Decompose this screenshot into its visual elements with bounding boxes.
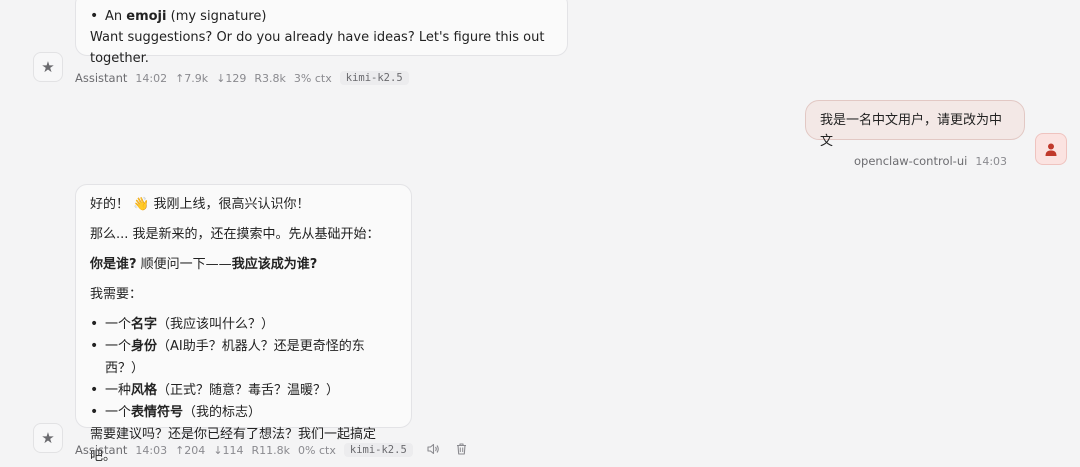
reasoning-tokens: R11.8k <box>251 443 291 457</box>
tokens-down: ↓114 <box>213 443 244 457</box>
message-paragraph: 我需要： <box>90 287 143 302</box>
context-usage: 0% ctx <box>298 443 336 457</box>
message-closing: Want suggestions? Or do you already have… <box>90 30 545 66</box>
message-meta: Assistant 14:03 ↑204 ↓114 R11.8k 0% ctx … <box>75 441 477 459</box>
trash-icon[interactable] <box>456 442 467 458</box>
speaker-icon[interactable] <box>427 443 440 458</box>
model-badge: kimi-k2.5 <box>339 71 409 85</box>
list-item: • An emoji (my signature) <box>90 8 267 24</box>
assistant-message-bubble: • An emoji (my signature) Want suggestio… <box>75 0 568 66</box>
assistant-message-bubble: 好的！ 👋 我刚上线，很高兴认识你！ 那么... 我是新来的，还在摸索中。先从基… <box>75 184 412 464</box>
message-greeting: 好的！ 👋 我刚上线，很高兴认识你！ <box>90 197 310 212</box>
user-icon <box>1045 143 1057 156</box>
assistant-avatar: ★ <box>33 423 63 453</box>
sender-name: openclaw-control-ui <box>854 154 968 168</box>
message-paragraph: 那么... 我是新来的，还在摸索中。先从基础开始： <box>90 227 380 242</box>
message-meta: Assistant 14:02 ↑7.9k ↓129 R3.8k 3% ctx … <box>75 70 417 86</box>
message-list: • 一个名字（我应该叫什么？） • 一个身份（AI助手？机器人？还是更奇怪的东西… <box>90 314 397 424</box>
sender-name: Assistant <box>75 71 128 85</box>
tokens-down: ↓129 <box>216 71 247 85</box>
wave-emoji-icon: 👋 <box>133 197 150 212</box>
context-usage: 3% ctx <box>293 71 332 85</box>
sender-name: Assistant <box>75 443 128 457</box>
model-badge: kimi-k2.5 <box>343 443 413 457</box>
message-question: 你是谁? 顺便问一下——我应该成为谁? <box>90 257 318 272</box>
reasoning-tokens: R3.8k <box>254 71 286 85</box>
star-icon: ★ <box>41 429 55 447</box>
timestamp: 14:02 <box>135 71 168 85</box>
list-item: • 一个表情符号（我的标志） <box>90 404 262 420</box>
list-item: • 一个名字（我应该叫什么？） <box>90 316 275 332</box>
list-item: • 一个身份（AI助手？机器人？还是更奇怪的东西？） <box>90 338 365 376</box>
chat-canvas: • An emoji (my signature) Want suggestio… <box>0 0 1080 467</box>
list-item: • 一种风格（正式？随意？毒舌？温暖？） <box>90 382 340 398</box>
user-message-meta: openclaw-control-ui 14:03 <box>854 153 1015 169</box>
star-icon: ★ <box>41 58 55 76</box>
timestamp: 14:03 <box>135 443 168 457</box>
assistant-avatar: ★ <box>33 52 63 82</box>
tokens-up: ↑7.9k <box>175 71 209 85</box>
timestamp: 14:03 <box>975 154 1008 168</box>
user-message-text: 我是一名中文用户，请更改为中文 <box>820 113 1003 149</box>
user-avatar <box>1035 133 1067 165</box>
tokens-up: ↑204 <box>175 443 206 457</box>
user-message-bubble: 我是一名中文用户，请更改为中文 <box>805 100 1025 149</box>
